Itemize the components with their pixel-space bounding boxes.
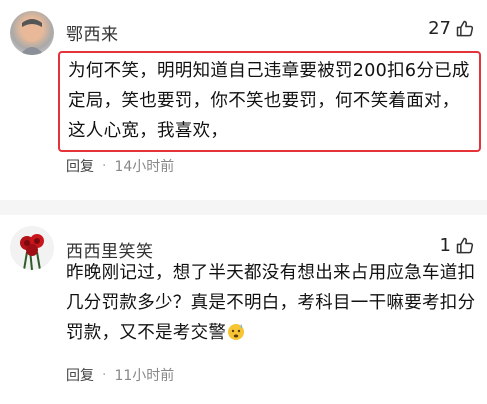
like-count: 1	[439, 235, 451, 256]
comment-meta: 回复 · 14小时前	[66, 156, 174, 176]
avatar[interactable]	[10, 11, 54, 55]
timestamp: 14小时前	[114, 159, 175, 175]
thumbs-up-icon	[455, 236, 475, 256]
reply-button[interactable]: 回复	[66, 156, 94, 176]
separator-dot: ·	[102, 158, 107, 174]
comment-meta: 回复 · 11小时前	[66, 365, 174, 385]
separator-dot: ·	[102, 367, 107, 383]
divider	[0, 200, 487, 215]
sweat-emoji-icon	[226, 321, 246, 351]
timestamp: 11小时前	[114, 368, 175, 384]
comment-item: 鄂西来 27 为何不笑，明明知道自己违章要被罚200扣6分已成定局，笑也要罚，你…	[0, 0, 487, 200]
avatar[interactable]	[10, 226, 54, 270]
thumbs-up-icon	[455, 19, 475, 39]
like-button[interactable]: 1	[440, 235, 475, 256]
reply-button[interactable]: 回复	[66, 365, 94, 385]
like-count: 27	[428, 18, 451, 39]
comment-text-highlighted: 为何不笑，明明知道自己违章要被罚200扣6分已成定局，笑也要罚，你不笑也要罚，何…	[58, 51, 481, 152]
comment-text-content: 昨晚刚记过，想了半天都没有想出来占用应急车道扣几分罚款多少？真是不明白，考科目一…	[66, 263, 476, 343]
username[interactable]: 鄂西来	[66, 20, 119, 45]
comment-item: 西西里笑笑 1 昨晚刚记过，想了半天都没有想出来占用应急车道扣几分罚款多少？真是…	[0, 215, 487, 404]
like-button[interactable]: 27	[428, 18, 475, 39]
comment-text: 昨晚刚记过，想了半天都没有想出来占用应急车道扣几分罚款多少？真是不明白，考科目一…	[66, 258, 477, 351]
